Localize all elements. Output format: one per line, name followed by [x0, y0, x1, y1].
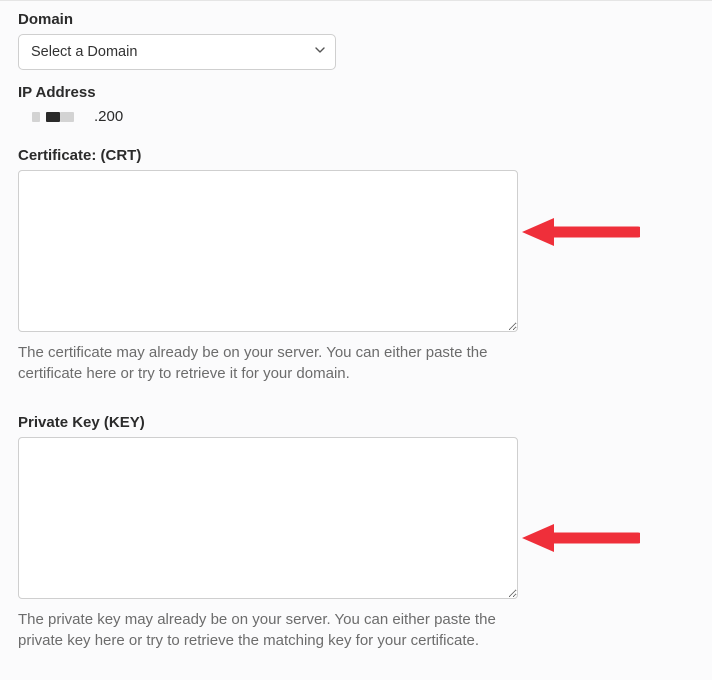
ip-value-row: .200 [18, 108, 694, 125]
crt-textarea[interactable] [18, 170, 518, 332]
domain-section: Domain Select a Domain [18, 11, 694, 70]
key-textarea[interactable] [18, 437, 518, 599]
domain-select[interactable]: Select a Domain [18, 34, 336, 70]
annotation-arrow-icon [520, 215, 640, 249]
crt-label: Certificate: (CRT) [18, 147, 694, 164]
key-helptext: The private key may already be on your s… [18, 609, 513, 651]
redacted-block [60, 112, 74, 122]
crt-helptext: The certificate may already be on your s… [18, 342, 513, 384]
annotation-arrow-icon [520, 521, 640, 555]
redacted-block [46, 112, 60, 122]
redacted-block [32, 112, 40, 122]
domain-select-wrapper: Select a Domain [18, 34, 336, 70]
domain-label: Domain [18, 11, 694, 28]
ip-label: IP Address [18, 84, 694, 101]
ip-value: .200 [94, 108, 123, 125]
ip-section: IP Address .200 [18, 84, 694, 125]
key-label: Private Key (KEY) [18, 414, 694, 431]
crt-section: Certificate: (CRT) The certificate may a… [18, 147, 694, 384]
